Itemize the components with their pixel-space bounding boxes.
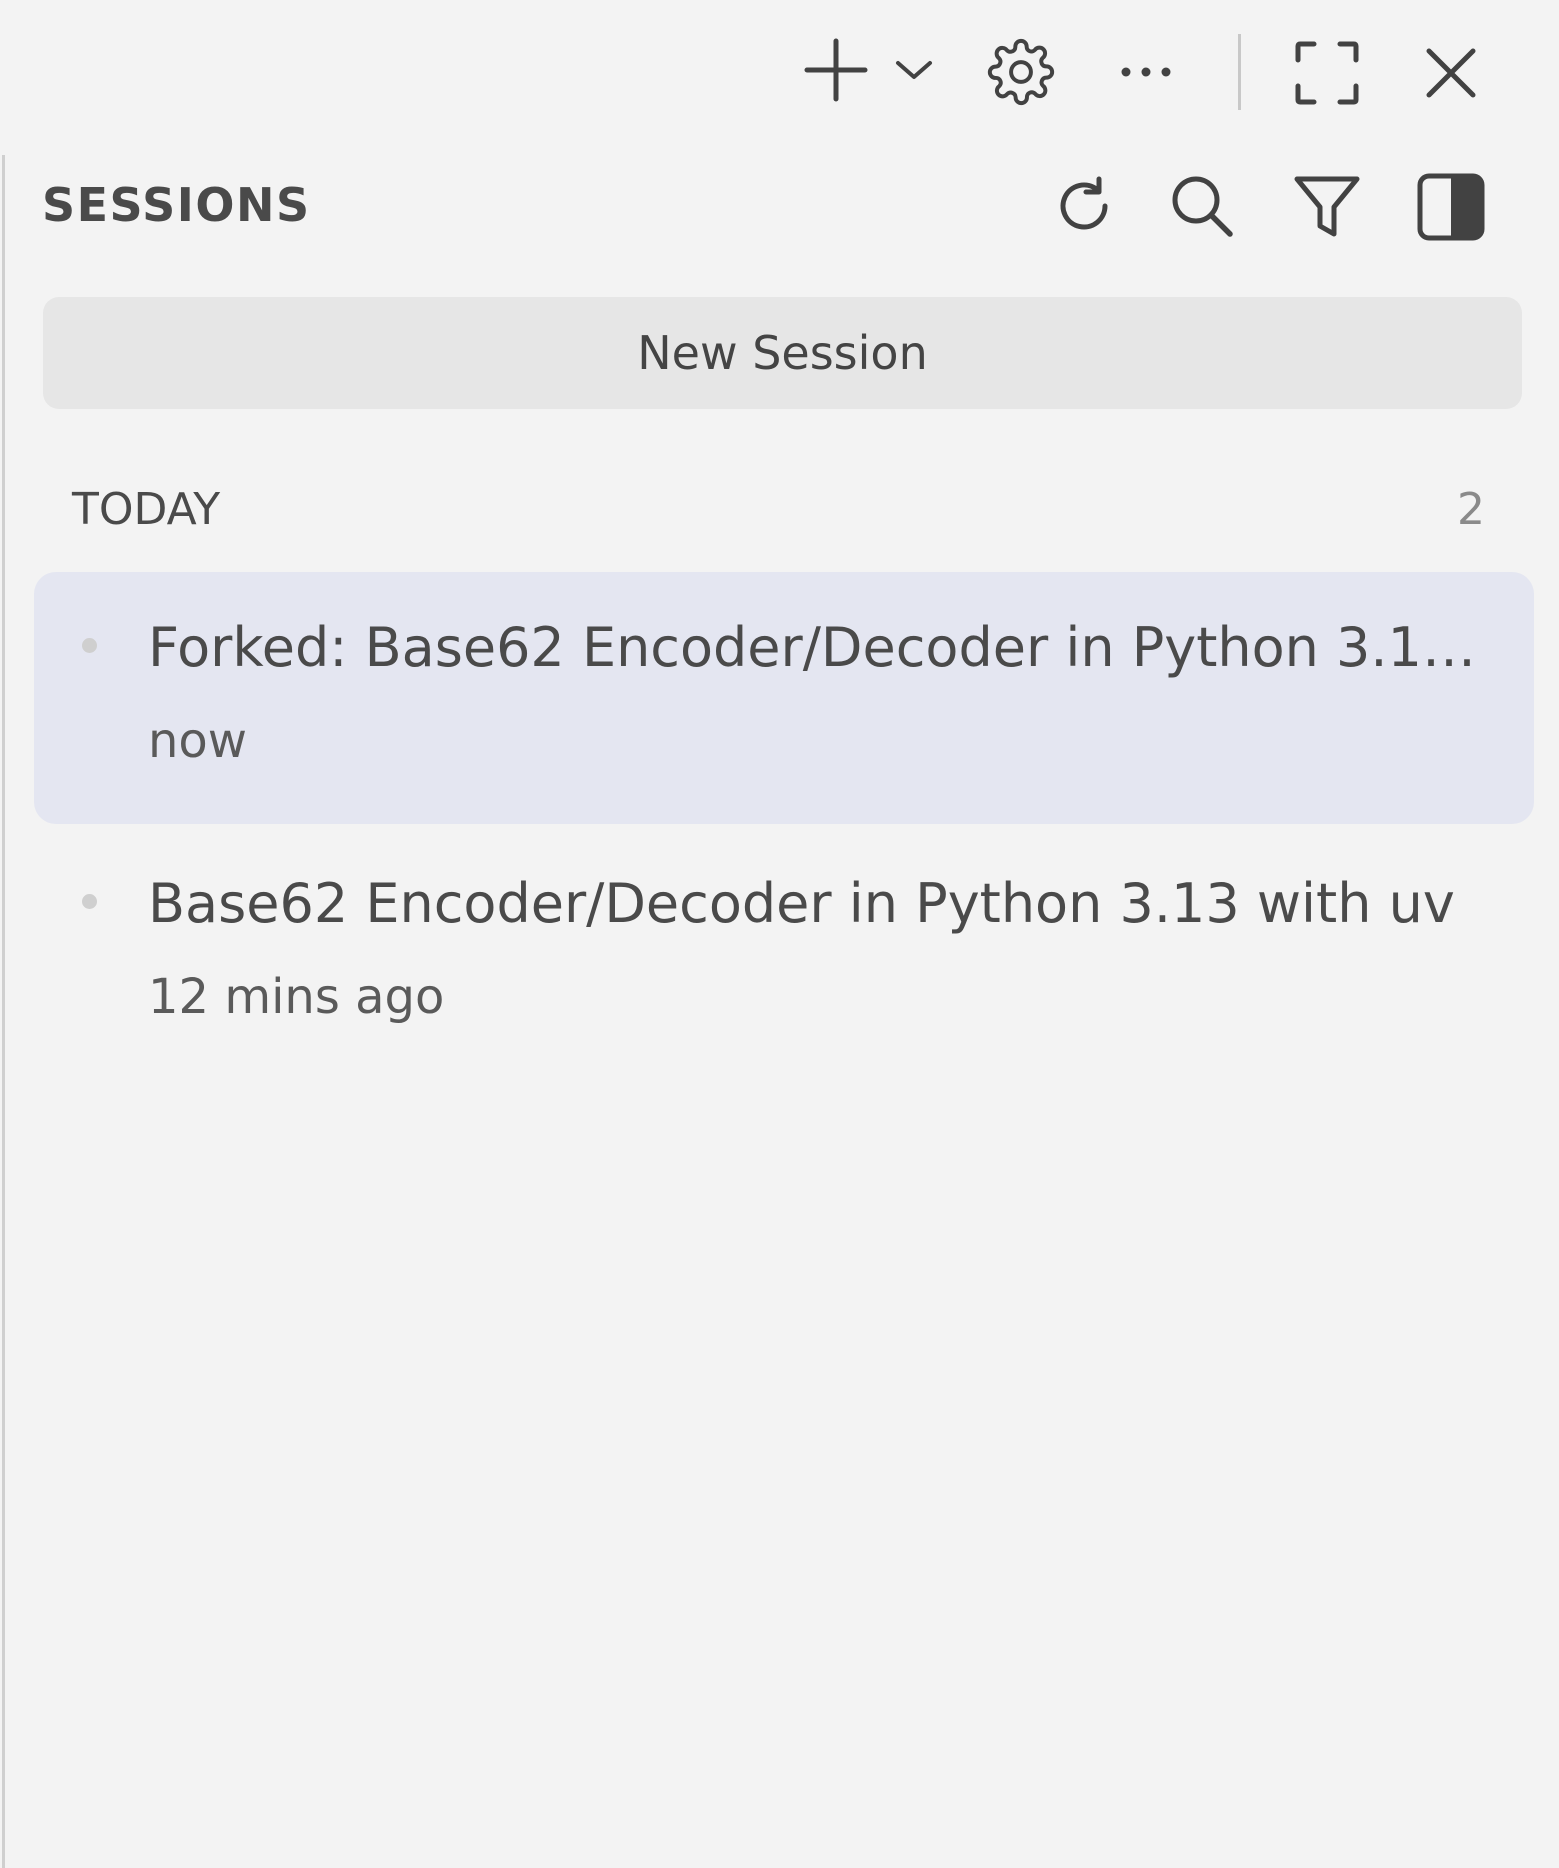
filter-button[interactable] bbox=[1292, 172, 1362, 242]
panel-left-border bbox=[2, 155, 5, 1868]
refresh-button[interactable] bbox=[1050, 172, 1118, 240]
session-timestamp: 12 mins ago bbox=[148, 969, 445, 1025]
fullscreen-icon bbox=[1294, 40, 1360, 106]
session-status-dot bbox=[82, 894, 97, 909]
more-icon bbox=[1119, 65, 1173, 79]
plus-icon bbox=[803, 37, 869, 103]
session-title: Forked: Base62 Encoder/Decoder in Python… bbox=[148, 616, 1496, 679]
refresh-icon bbox=[1052, 174, 1116, 238]
new-session-plus-button[interactable] bbox=[800, 34, 872, 106]
filter-icon bbox=[1293, 174, 1361, 240]
session-title: Base62 Encoder/Decoder in Python 3.13 wi… bbox=[148, 872, 1455, 935]
session-timestamp: now bbox=[148, 713, 248, 769]
toggle-panel-button[interactable] bbox=[1416, 172, 1486, 242]
new-session-button[interactable]: New Session bbox=[43, 297, 1522, 409]
close-icon bbox=[1424, 46, 1478, 100]
settings-button[interactable] bbox=[985, 36, 1057, 108]
close-button[interactable] bbox=[1416, 38, 1486, 108]
gear-icon bbox=[987, 38, 1055, 106]
group-count-badge: 2 bbox=[1457, 484, 1485, 535]
search-icon bbox=[1169, 173, 1235, 239]
toolbar-separator bbox=[1238, 34, 1241, 110]
group-label-today: TODAY bbox=[72, 484, 221, 535]
more-actions-button[interactable] bbox=[1110, 46, 1182, 98]
session-status-dot bbox=[82, 638, 97, 653]
maximize-button[interactable] bbox=[1290, 36, 1364, 110]
chevron-down-icon bbox=[894, 58, 934, 82]
new-session-dropdown-button[interactable] bbox=[890, 50, 938, 90]
search-button[interactable] bbox=[1168, 172, 1236, 240]
session-item[interactable]: Base62 Encoder/Decoder in Python 3.13 wi… bbox=[34, 828, 1534, 1080]
sessions-title: SESSIONS bbox=[42, 178, 311, 232]
panel-toggle-icon bbox=[1417, 173, 1485, 241]
session-item[interactable]: Forked: Base62 Encoder/Decoder in Python… bbox=[34, 572, 1534, 824]
